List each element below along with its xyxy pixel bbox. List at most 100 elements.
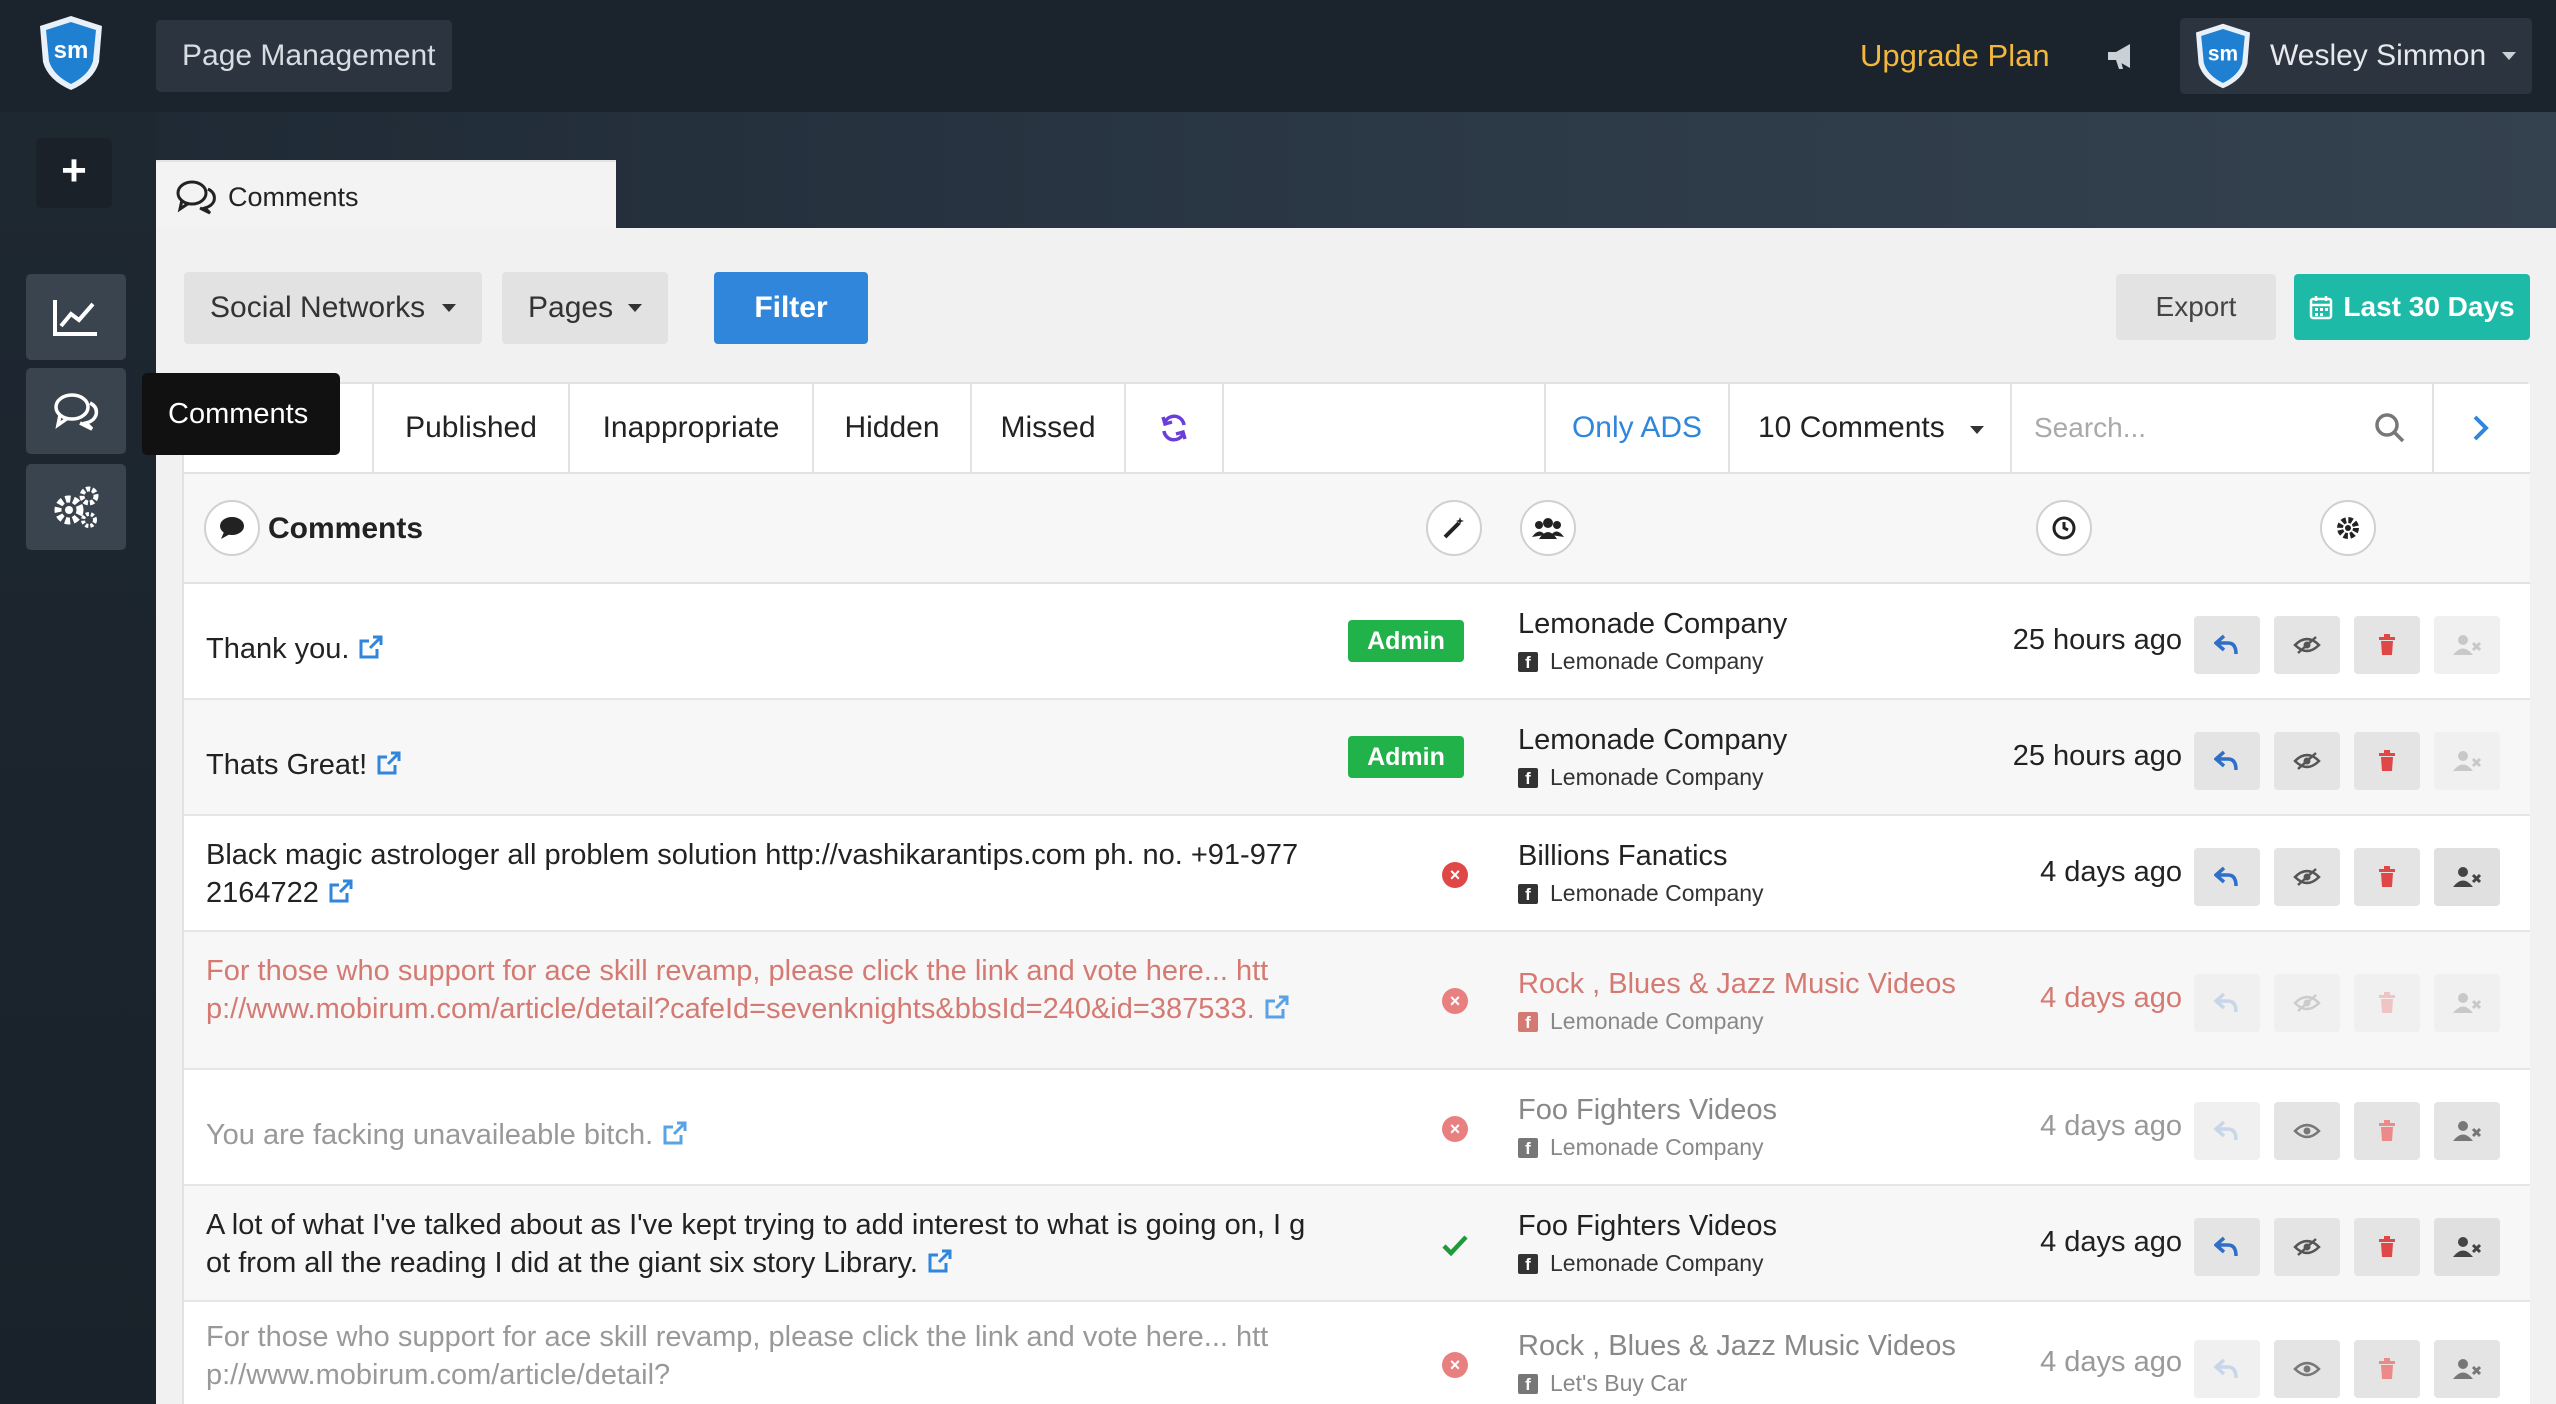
comment-body: Thank you.	[206, 633, 350, 665]
show-button[interactable]	[2274, 1340, 2340, 1398]
sidebar-item-settings[interactable]	[26, 464, 126, 550]
ban-user-button[interactable]	[2434, 848, 2500, 906]
sidebar: +	[0, 112, 156, 1404]
sm-logo-icon[interactable]: sm	[36, 14, 106, 92]
search-icon[interactable]	[2372, 410, 2408, 446]
export-button[interactable]: Export	[2116, 274, 2276, 340]
tab-inappropriate[interactable]: Inappropriate	[570, 384, 814, 472]
reply-button[interactable]	[2194, 1340, 2260, 1398]
hide-button[interactable]	[2274, 974, 2340, 1032]
svg-text:sm: sm	[2208, 42, 2238, 65]
hide-button[interactable]	[2274, 1218, 2340, 1276]
users-header[interactable]	[1520, 500, 1576, 556]
delete-button[interactable]	[2354, 1218, 2420, 1276]
refresh-button[interactable]	[1126, 384, 1224, 472]
calendar-icon	[2310, 296, 2333, 320]
settings-header[interactable]	[2320, 500, 2376, 556]
hide-button[interactable]	[2274, 616, 2340, 674]
comment-text: Thank you.	[206, 630, 1306, 668]
megaphone-icon[interactable]	[2104, 38, 2140, 74]
ban-user-button[interactable]	[2434, 616, 2500, 674]
ban-user-button[interactable]	[2434, 974, 2500, 1032]
table-row: A lot of what I've talked about as I've …	[184, 1186, 2530, 1302]
page-name[interactable]: Foo Fighters Videos	[1518, 1210, 1777, 1243]
comment-text: A lot of what I've talked about as I've …	[206, 1206, 1306, 1282]
search-input[interactable]	[2034, 404, 2354, 452]
tab-comments[interactable]: Comments	[156, 160, 616, 230]
external-link-icon[interactable]	[357, 633, 385, 661]
delete-button[interactable]	[2354, 974, 2420, 1032]
table-row: Thats Great! Admin Lemonade Company f Lem…	[184, 700, 2530, 816]
comment-body: For those who support for ace skill reva…	[206, 1321, 1269, 1391]
trash-icon	[2379, 866, 2395, 887]
filter-tabs: l Published Inappropriate Hidden Missed …	[184, 384, 2530, 474]
reply-icon	[2214, 750, 2238, 771]
reply-button[interactable]	[2194, 848, 2260, 906]
comment-text: Thats Great!	[206, 746, 1306, 784]
caret-down-icon	[442, 304, 456, 312]
upgrade-plan-link[interactable]: Upgrade Plan	[1860, 20, 2050, 92]
account-name: f Lemonade Company	[1518, 1008, 1764, 1035]
user-menu[interactable]: sm Wesley Simmon	[2180, 18, 2532, 94]
facebook-icon: f	[1518, 1137, 1538, 1158]
external-link-icon[interactable]	[1263, 993, 1291, 1021]
comment-count-dropdown[interactable]: 10 Comments	[1730, 384, 2012, 472]
page-name[interactable]: Rock , Blues & Jazz Music Videos	[1518, 968, 1956, 1001]
tab-hidden[interactable]: Hidden	[814, 384, 972, 472]
delete-button[interactable]	[2354, 1102, 2420, 1160]
filter-button[interactable]: Filter	[714, 272, 868, 344]
external-link-icon[interactable]	[926, 1247, 954, 1275]
reply-button[interactable]	[2194, 732, 2260, 790]
facebook-icon: f	[1518, 1011, 1538, 1032]
sidebar-item-comments[interactable]	[26, 368, 126, 454]
eye-icon	[2293, 1361, 2321, 1377]
hide-button[interactable]	[2274, 848, 2340, 906]
page-name[interactable]: Lemonade Company	[1518, 608, 1787, 641]
add-button[interactable]: +	[36, 138, 112, 208]
magic-wand-icon	[1443, 517, 1464, 539]
gear-icon	[2337, 517, 2359, 539]
pages-dropdown[interactable]: Pages	[502, 272, 668, 344]
comment-time: 4 days ago	[2040, 1110, 2182, 1142]
ban-user-button[interactable]	[2434, 1102, 2500, 1160]
table-row: You are facking unavaileable bitch. × Fo…	[184, 1070, 2530, 1186]
reply-button[interactable]	[2194, 616, 2260, 674]
user-name: Wesley Simmon	[2270, 39, 2487, 72]
magic-wand-header[interactable]	[1426, 500, 1482, 556]
ban-user-button[interactable]	[2434, 1340, 2500, 1398]
main-content: Social Networks Pages Filter Export Last…	[156, 228, 2556, 1404]
ban-user-button[interactable]	[2434, 1218, 2500, 1276]
comments-panel: l Published Inappropriate Hidden Missed …	[182, 382, 2530, 1404]
delete-button[interactable]	[2354, 732, 2420, 790]
external-link-icon[interactable]	[375, 749, 403, 777]
external-link-icon[interactable]	[661, 1119, 689, 1147]
delete-button[interactable]	[2354, 616, 2420, 674]
show-button[interactable]	[2274, 1102, 2340, 1160]
reply-button[interactable]	[2194, 1102, 2260, 1160]
page-name[interactable]: Foo Fighters Videos	[1518, 1094, 1777, 1127]
date-range-button[interactable]: Last 30 Days	[2294, 274, 2530, 340]
date-range-label: Last 30 Days	[2343, 291, 2515, 322]
table-row: Black magic astrologer all problem solut…	[184, 816, 2530, 932]
tab-missed[interactable]: Missed	[972, 384, 1126, 472]
social-networks-dropdown[interactable]: Social Networks	[184, 272, 482, 344]
next-page-button[interactable]	[2434, 384, 2528, 472]
sidebar-item-analytics[interactable]	[26, 274, 126, 360]
external-link-icon[interactable]	[327, 877, 355, 905]
comment-text: For those who support for ace skill reva…	[206, 1318, 1306, 1394]
delete-button[interactable]	[2354, 848, 2420, 906]
only-ads-toggle[interactable]: Only ADS	[1544, 384, 1730, 472]
account-label: Lemonade Company	[1550, 1008, 1764, 1034]
tab-published[interactable]: Published	[374, 384, 570, 472]
page-name[interactable]: Lemonade Company	[1518, 724, 1787, 757]
page-name[interactable]: Billions Fanatics	[1518, 840, 1728, 873]
reply-button[interactable]	[2194, 974, 2260, 1032]
hide-button[interactable]	[2274, 732, 2340, 790]
page-name[interactable]: Rock , Blues & Jazz Music Videos	[1518, 1330, 1956, 1363]
page-management-button[interactable]: Page Management	[156, 20, 452, 92]
time-header[interactable]	[2036, 500, 2092, 556]
eye-slash-icon	[2293, 752, 2321, 770]
delete-button[interactable]	[2354, 1340, 2420, 1398]
reply-button[interactable]	[2194, 1218, 2260, 1276]
ban-user-button[interactable]	[2434, 732, 2500, 790]
